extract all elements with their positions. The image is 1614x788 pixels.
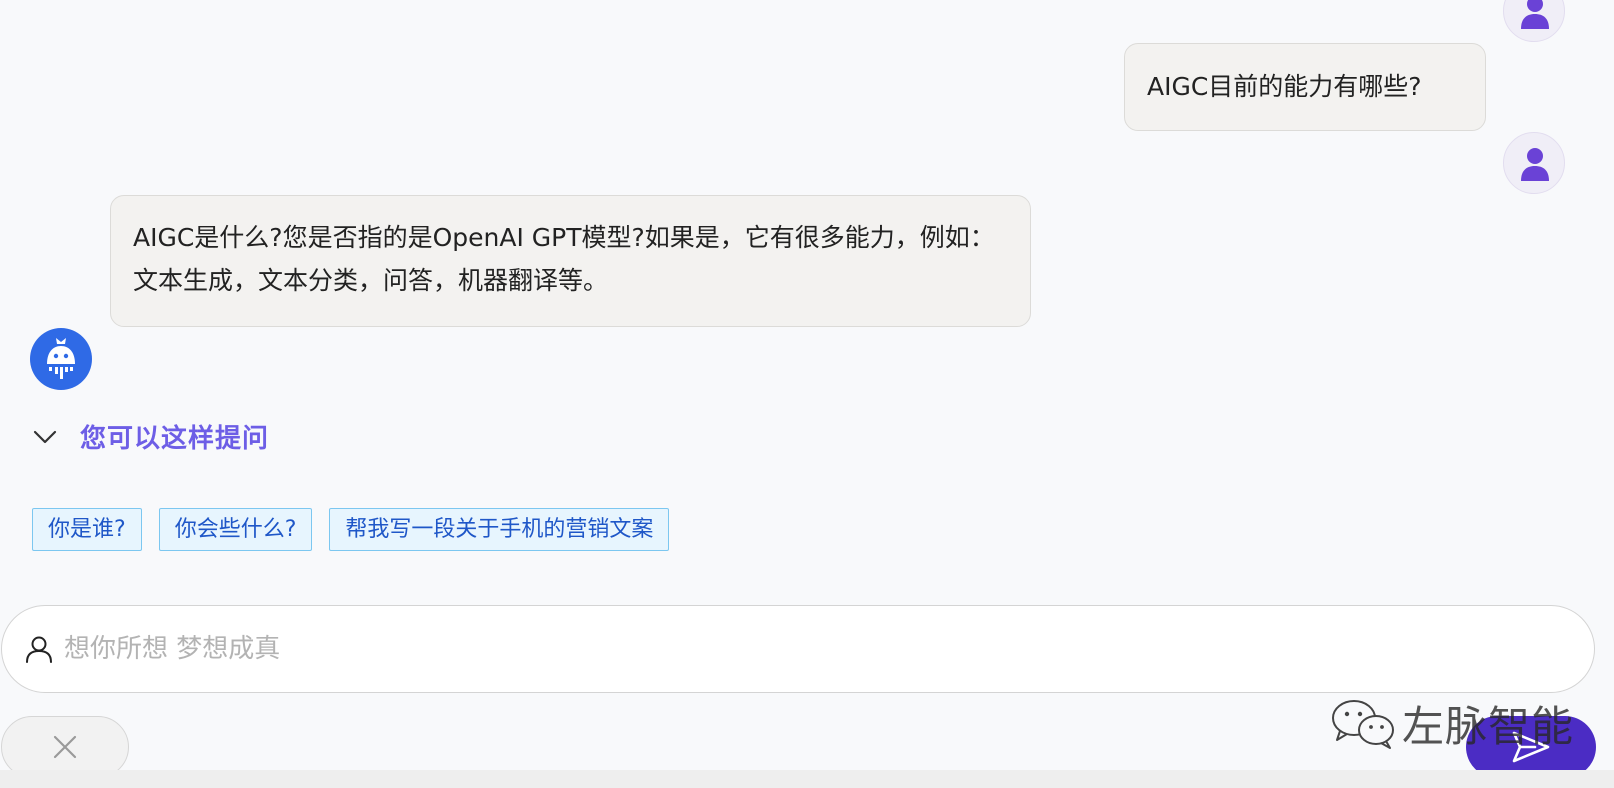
user-avatar xyxy=(1503,0,1565,42)
message-input-container xyxy=(1,605,1595,693)
message-input[interactable] xyxy=(62,633,1594,665)
suggestion-chips: 你是谁? 你会些什么? 帮我写一段关于手机的营销文案 xyxy=(32,508,686,551)
user-avatar xyxy=(1503,132,1565,194)
suggestion-chip[interactable]: 帮我写一段关于手机的营销文案 xyxy=(329,508,670,551)
suggestion-chip[interactable]: 你会些什么? xyxy=(158,508,313,551)
suggestions-title: 您可以这样提问 xyxy=(80,424,270,454)
user-message-bubble: AIGC目前的能力有哪些? xyxy=(1124,43,1486,131)
user-icon xyxy=(1521,148,1549,181)
user-message-text: AIGC目前的能力有哪些? xyxy=(1147,72,1422,101)
bottom-divider xyxy=(0,770,1614,788)
robot-icon xyxy=(47,338,75,379)
close-button[interactable] xyxy=(1,716,129,778)
user-icon xyxy=(1521,0,1549,29)
suggestions-toggle[interactable]: 您可以这样提问 xyxy=(30,418,269,455)
person-outline-icon xyxy=(26,636,52,663)
chat-page: AIGC目前的能力有哪些? AIGC是什么?您是否指的是OpenAI GPT模型… xyxy=(0,0,1614,788)
send-icon[interactable] xyxy=(1511,730,1551,764)
close-icon[interactable] xyxy=(52,734,78,760)
suggestion-chip[interactable]: 你是谁? xyxy=(32,508,142,551)
chevron-down-icon[interactable] xyxy=(30,422,60,452)
bot-message-text: AIGC是什么?您是否指的是OpenAI GPT模型?如果是，它有很多能力，例如… xyxy=(133,223,995,295)
bot-avatar xyxy=(30,328,92,390)
wechat-icon xyxy=(1332,699,1394,749)
send-button[interactable] xyxy=(1466,716,1596,778)
bot-message-bubble: AIGC是什么?您是否指的是OpenAI GPT模型?如果是，它有很多能力，例如… xyxy=(110,195,1031,327)
